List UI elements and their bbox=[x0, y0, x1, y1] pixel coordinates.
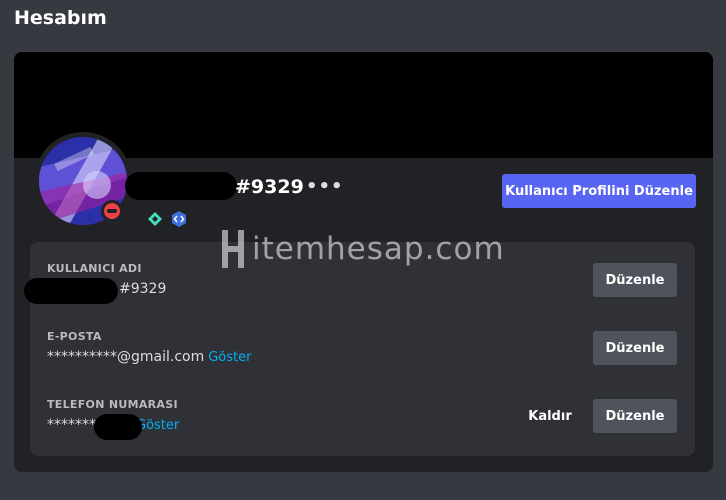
active-developer-badge-icon[interactable] bbox=[170, 210, 188, 228]
username-tag: #9329 bbox=[235, 176, 304, 198]
hypesquad-badge-icon[interactable] bbox=[146, 210, 164, 228]
email-label: E-POSTA bbox=[47, 330, 102, 343]
username-label: KULLANICI ADI bbox=[47, 262, 142, 275]
watermark-logo-icon bbox=[222, 230, 244, 268]
redacted-phone-value bbox=[94, 414, 142, 440]
phone-label: TELEFON NUMARASI bbox=[47, 398, 178, 411]
email-value-row: **********@gmail.com Göster bbox=[47, 349, 251, 365]
page-title: Hesabım bbox=[14, 7, 107, 29]
watermark: itemhesap.com bbox=[220, 228, 505, 270]
edit-email-button[interactable]: Düzenle bbox=[593, 331, 677, 365]
edit-phone-button[interactable]: Düzenle bbox=[593, 399, 677, 433]
email-field: E-POSTA **********@gmail.com Göster bbox=[47, 330, 251, 365]
watermark-text: itemhesap.com bbox=[252, 231, 505, 267]
email-value: **********@gmail.com bbox=[47, 349, 205, 365]
remove-phone-button[interactable]: Kaldır bbox=[518, 399, 582, 433]
profile-banner bbox=[14, 52, 713, 158]
reveal-phone-link[interactable]: Göster bbox=[136, 418, 179, 433]
account-info-panel: KULLANICI ADI #9329 Düzenle E-POSTA ****… bbox=[24, 242, 695, 456]
reveal-email-link[interactable]: Göster bbox=[208, 350, 251, 365]
edit-user-profile-button[interactable]: Kullanıcı Profilini Düzenle bbox=[502, 174, 696, 208]
redacted-username-value bbox=[24, 278, 118, 304]
more-options-icon[interactable]: ••• bbox=[306, 176, 344, 197]
phone-value: ******* bbox=[47, 417, 96, 433]
redacted-username bbox=[125, 172, 237, 200]
status-dnd-icon bbox=[101, 200, 123, 222]
avatar-container[interactable] bbox=[34, 132, 132, 230]
badge-list bbox=[146, 210, 188, 228]
edit-username-button[interactable]: Düzenle bbox=[593, 263, 677, 297]
